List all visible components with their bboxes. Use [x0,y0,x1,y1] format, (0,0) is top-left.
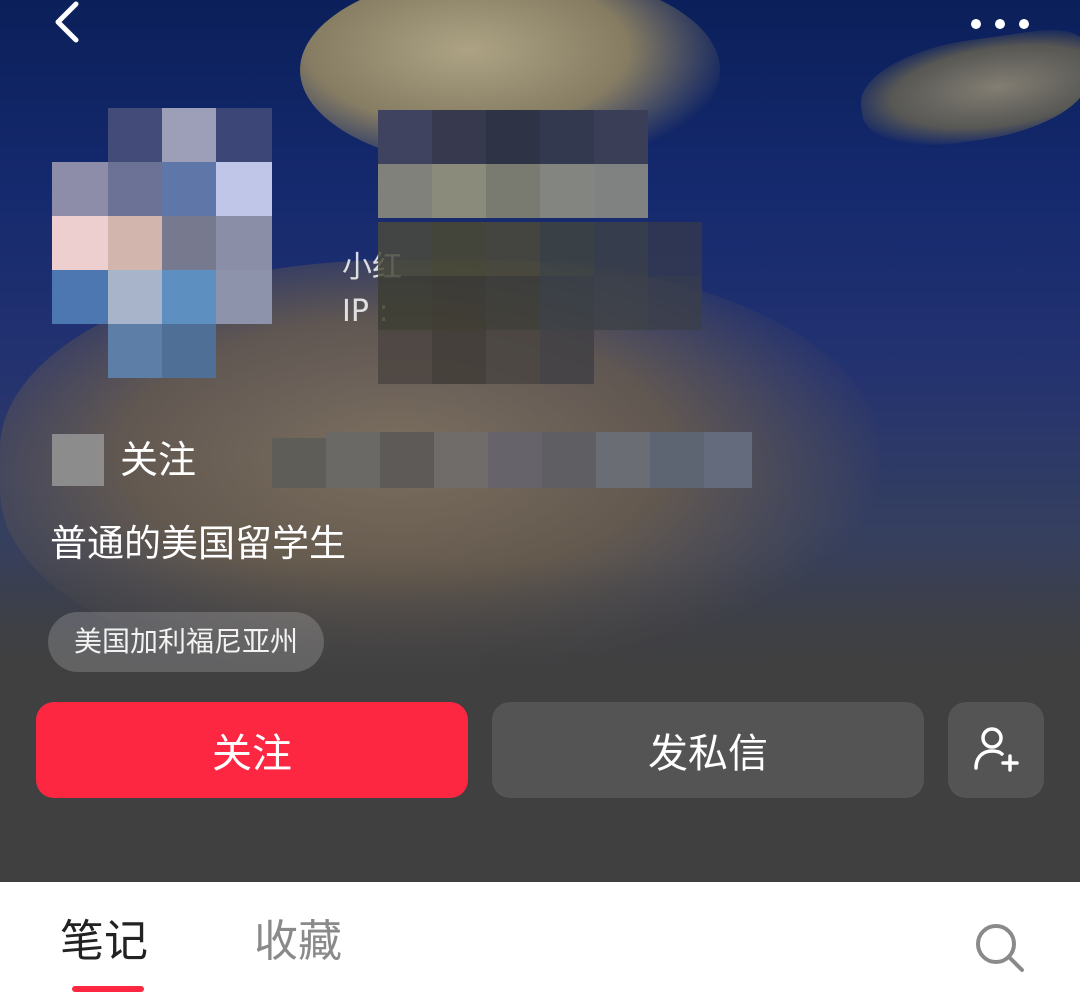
search-icon [976,924,1024,972]
following-count-pixelated [52,434,104,486]
location-tag: 美国加利福尼亚州 [48,612,325,672]
active-tab-indicator [72,986,144,992]
user-plus-icon [974,727,1019,772]
tab-notes[interactable]: 笔记 [60,912,148,972]
search-button[interactable] [970,918,1030,978]
add-friend-button[interactable] [948,702,1044,798]
avatar[interactable] [52,108,272,378]
tab-collections[interactable]: 收藏 [254,912,342,972]
profile-header: 小红 IP : 关注 普通的美国留学生 美国加利福尼亚州 关注 发私信 [0,0,1080,882]
send-message-button[interactable]: 发私信 [492,702,924,798]
send-message-label: 发私信 [648,731,768,777]
profile-meta-pixelated [378,222,778,412]
nickname [330,110,660,240]
back-button[interactable] [40,0,96,56]
stats-pixelated [252,432,752,488]
chevron-left-icon [55,1,79,43]
avatar-pixelated-image [52,108,272,378]
follow-button[interactable]: 关注 [36,702,468,798]
top-bar [0,0,1080,60]
following-label[interactable]: 关注 [120,432,196,488]
nickname-pixelated [378,110,648,218]
more-options-button[interactable] [960,4,1040,44]
bio-text: 普通的美国留学生 [50,522,346,565]
stats-row: 关注 [52,432,772,488]
follow-button-label: 关注 [212,731,292,777]
more-horizontal-icon [971,19,1029,29]
tab-bar: 笔记 收藏 [0,882,1080,1008]
